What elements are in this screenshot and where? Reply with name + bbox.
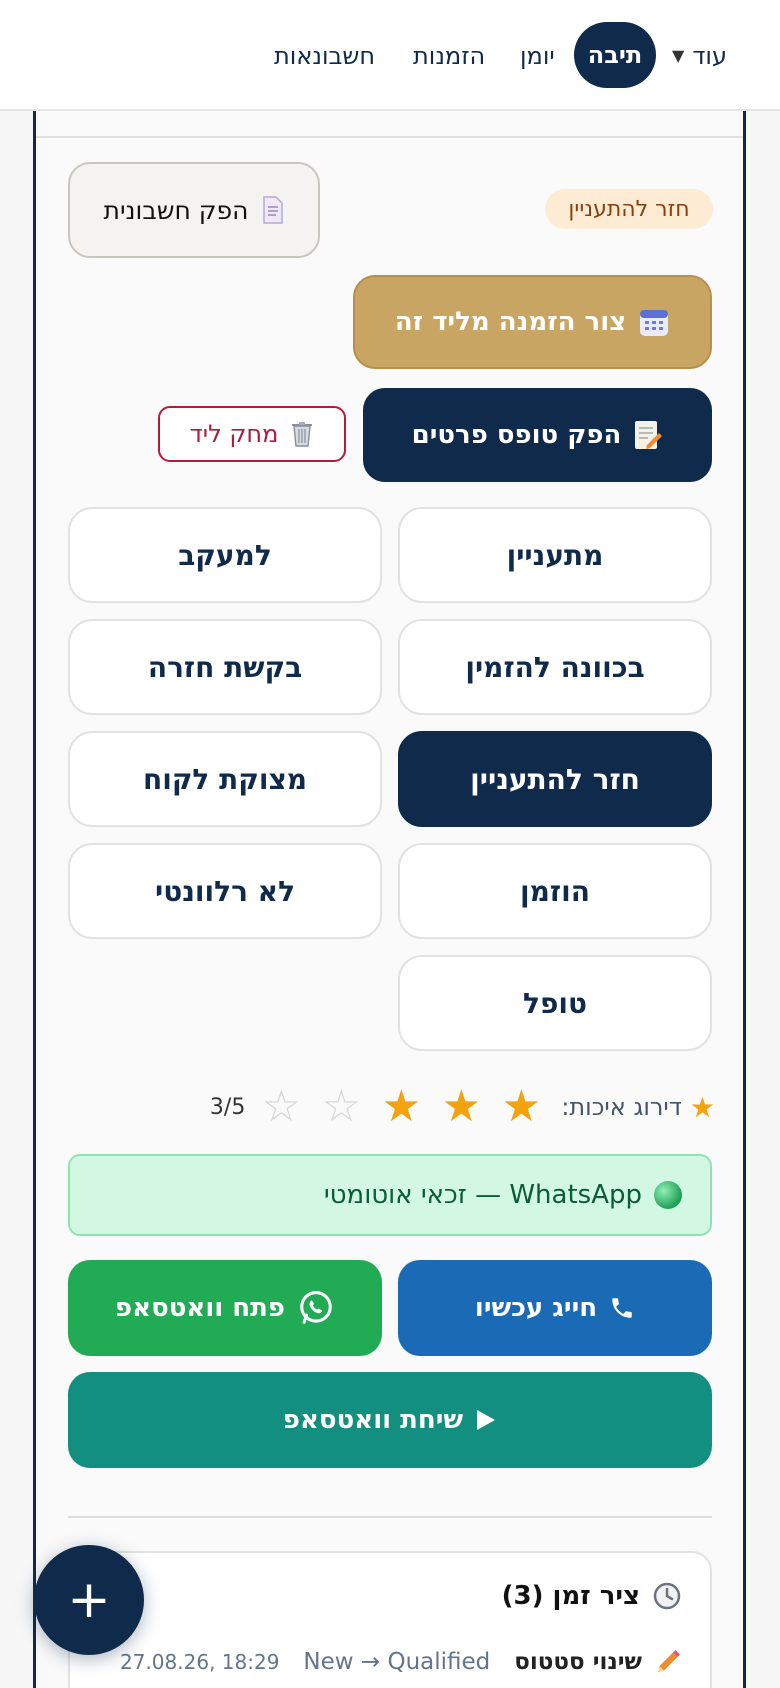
- status-option-intends-to-order[interactable]: בכוונה להזמין: [398, 619, 712, 715]
- top-nav: ▼ עוד תיבה יומן הזמנות חשבונאות: [0, 0, 780, 111]
- create-order-button-label: צור הזמנה מליד זה: [394, 307, 627, 337]
- play-icon: [475, 1408, 497, 1432]
- timeline-entry: שינוי סטטוס New → Qualified 27.08.26, 18…: [90, 1640, 682, 1684]
- rating-label: ★ דירוג איכות:: [561, 1091, 715, 1124]
- timeline-entry-change: New → Qualified: [303, 1649, 491, 1675]
- calendar-icon: [638, 306, 670, 338]
- trash-icon: [290, 420, 314, 448]
- divider: [68, 1516, 712, 1518]
- status-option-customer-distress[interactable]: מצוקת לקוח: [68, 731, 382, 827]
- nav-calendar[interactable]: יומן: [520, 0, 555, 111]
- whatsapp-icon: [297, 1289, 335, 1327]
- green-dot-icon: [654, 1181, 682, 1209]
- timeline-title-text: ציר זמן (3): [501, 1581, 640, 1611]
- quality-rating: ★ דירוג איכות: ★ ★ ★ ☆ ☆ 3/5: [180, 1082, 715, 1132]
- open-whatsapp-button[interactable]: פתח וואטסאפ: [68, 1260, 382, 1356]
- status-option-interested[interactable]: מתעניין: [398, 507, 712, 603]
- invoice-button-label: הפק חשבונית: [103, 195, 249, 225]
- pencil-icon: [654, 1648, 682, 1676]
- whatsapp-eligibility-banner: WhatsApp — זכאי אוטומטי: [68, 1154, 712, 1236]
- timeline-entry-type: שינוי סטטוס: [514, 1649, 642, 1675]
- status-option-handled[interactable]: טופל: [398, 955, 712, 1051]
- status-option-not-relevant[interactable]: לא רלוונטי: [68, 843, 382, 939]
- call-now-button-label: חייג עכשיו: [474, 1293, 598, 1323]
- status-badge: חזר להתעניין: [545, 189, 713, 229]
- rating-star-5[interactable]: ☆: [251, 1082, 311, 1132]
- star-emoji-icon: ★: [689, 1090, 715, 1124]
- generate-form-button[interactable]: הפק טופס פרטים: [363, 388, 712, 482]
- clock-icon: [652, 1581, 682, 1611]
- caret-down-icon: ▼: [672, 46, 685, 65]
- open-whatsapp-button-label: פתח וואטסאפ: [115, 1293, 285, 1323]
- rating-label-text: דירוג איכות:: [561, 1093, 682, 1121]
- nav-more-label: עוד: [692, 41, 727, 70]
- divider: [36, 136, 743, 138]
- rating-star-2[interactable]: ★: [431, 1082, 491, 1132]
- nav-more[interactable]: ▼ עוד: [672, 0, 772, 111]
- add-fab-button[interactable]: +: [34, 1545, 144, 1655]
- whatsapp-chat-button[interactable]: שיחת וואטסאפ: [68, 1372, 712, 1468]
- timeline-title: ציר זמן (3): [400, 1574, 682, 1618]
- status-option-callback-request[interactable]: בקשת חזרה: [68, 619, 382, 715]
- generate-form-button-label: הפק טופס פרטים: [411, 420, 622, 450]
- status-option-follow-up[interactable]: למעקב: [68, 507, 382, 603]
- nav-accounts[interactable]: חשבונאות: [274, 0, 375, 111]
- nav-orders[interactable]: הזמנות: [413, 0, 485, 111]
- rating-value: 3/5: [209, 1094, 246, 1120]
- whatsapp-chat-button-label: שיחת וואטסאפ: [282, 1405, 464, 1435]
- invoice-button[interactable]: הפק חשבונית: [68, 162, 320, 258]
- timeline-entry-time: 27.08.26, 18:29: [120, 1650, 280, 1674]
- call-now-button[interactable]: חייג עכשיו: [398, 1260, 712, 1356]
- status-option-re-interested[interactable]: חזר להתעניין: [398, 731, 712, 827]
- rating-star-3[interactable]: ★: [371, 1082, 431, 1132]
- create-order-button[interactable]: צור הזמנה מליד זה: [353, 275, 712, 369]
- document-icon: [261, 196, 285, 224]
- nav-box-active[interactable]: תיבה: [574, 22, 656, 88]
- delete-lead-button-label: מחק ליד: [189, 420, 279, 448]
- delete-lead-button[interactable]: מחק ליד: [158, 406, 346, 462]
- rating-star-4[interactable]: ☆: [311, 1082, 371, 1132]
- phone-icon: [609, 1295, 635, 1321]
- rating-star-1[interactable]: ★: [491, 1082, 551, 1132]
- whatsapp-banner-text: WhatsApp — זכאי אוטומטי: [323, 1180, 642, 1210]
- memo-icon: [633, 419, 663, 451]
- status-option-ordered[interactable]: הוזמן: [398, 843, 712, 939]
